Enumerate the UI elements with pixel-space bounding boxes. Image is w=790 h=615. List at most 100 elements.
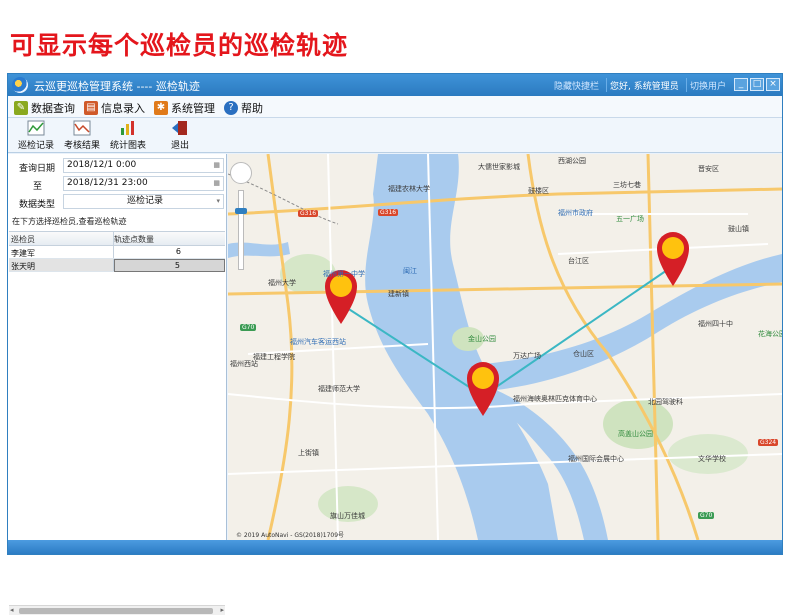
map-label: 鼓楼区: [528, 187, 549, 195]
assessment-button[interactable]: 考核结果: [60, 120, 104, 152]
type-label: 数据类型: [19, 200, 56, 210]
inspector-name: 张天明: [11, 262, 35, 271]
column-header-inspector[interactable]: 巡检员: [11, 234, 35, 245]
map-zoom-knob[interactable]: [235, 208, 247, 214]
menu-label: 信息录入: [101, 102, 145, 115]
title-separator: [606, 78, 607, 92]
map-copyright: © 2019 AutoNavi - GS(2018)1709号: [236, 532, 345, 539]
map-label: 三坊七巷: [613, 181, 641, 189]
maximize-button[interactable]: □: [750, 78, 764, 91]
exit-button[interactable]: 退出: [158, 120, 202, 152]
assessment-icon: [73, 120, 91, 136]
map-label: 高盖山公园: [618, 430, 653, 438]
grid-header: 巡检员 轨迹点数量: [9, 231, 225, 246]
map-label: 福州汽车客运西站: [290, 338, 346, 346]
map-label: 晋安区: [698, 165, 719, 173]
date-label: 查询日期: [19, 164, 56, 174]
exit-icon: [172, 121, 187, 135]
menu-label: 帮助: [241, 102, 263, 115]
menu-label: 系统管理: [171, 102, 215, 115]
calendar-icon[interactable]: ▦: [213, 159, 220, 172]
map-label: 仓山区: [573, 350, 594, 358]
inspector-grid: 巡检员 轨迹点数量 李建军 6 张天明 5: [9, 231, 225, 272]
map-label: 福州海峡奥林匹克体育中心: [513, 395, 597, 403]
toolbar-label: 巡检记录: [17, 141, 54, 151]
statistics-chart-button[interactable]: 统计图表: [106, 120, 150, 152]
switch-user-link[interactable]: 切换用户: [690, 79, 726, 92]
title-separator: [686, 78, 687, 92]
map-label: 金山公园: [468, 335, 496, 343]
menu-help[interactable]: ? 帮助: [224, 100, 263, 116]
map-label: 五一广场: [616, 215, 644, 223]
hide-quickbar-link[interactable]: 隐藏快捷栏: [554, 79, 599, 92]
help-icon: ?: [224, 101, 238, 115]
bar-chart-icon: [121, 121, 134, 135]
minimize-button[interactable]: _: [734, 78, 748, 91]
map-label: 上街镇: [298, 449, 319, 457]
menu-bar: ✎ 数据查询 ▤ 信息录入 ✱ 系统管理 ? 帮助: [8, 96, 782, 118]
map-label: 福建农林大学: [388, 185, 430, 193]
info-entry-icon: ▤: [84, 101, 98, 115]
date-from-input[interactable]: 2018/12/1 0:00 ▦: [63, 158, 224, 173]
date-from-row: 查询日期 2018/12/1 0:00 ▦: [8, 158, 227, 174]
map-label: 福州市政府: [558, 209, 593, 217]
map-zoom-slider[interactable]: [238, 190, 244, 270]
toolbar-label: 退出: [170, 141, 189, 151]
close-button[interactable]: ×: [766, 78, 780, 91]
table-row-selected[interactable]: 张天明 5: [9, 259, 225, 272]
map-label: 福建工程学院: [253, 353, 295, 361]
map-view[interactable]: 西湖公园 福州市政府 鼓楼区 晋安区 三坊七巷 五一广场 福建农林大学 大儒世家…: [228, 154, 782, 540]
scroll-left-icon[interactable]: ◂: [10, 606, 14, 614]
horizontal-scrollbar[interactable]: ◂ ▸: [9, 605, 225, 615]
map-label: 大儒世家影城: [478, 163, 520, 171]
map-label: 福州第一中学: [323, 270, 365, 278]
inspector-name: 李建军: [11, 249, 35, 258]
inspection-record-button[interactable]: 巡检记录: [14, 120, 58, 152]
scroll-right-icon[interactable]: ▸: [220, 606, 224, 614]
data-type-value: 巡检记录: [126, 196, 163, 206]
menu-data-query[interactable]: ✎ 数据查询: [14, 100, 75, 116]
column-header-point-count[interactable]: 轨迹点数量: [114, 234, 225, 245]
menu-info-entry[interactable]: ▤ 信息录入: [84, 100, 145, 116]
query-panel: 查询日期 2018/12/1 0:00 ▦ 至 2018/12/31 23:00…: [8, 154, 227, 615]
app-window: 云巡更巡检管理系统 ---- 巡检轨迹 隐藏快捷栏 您好, 系统管理员 切换用户…: [7, 73, 783, 615]
menu-label: 数据查询: [31, 102, 75, 115]
date-to-row: 至 2018/12/31 23:00 ▦: [8, 176, 227, 192]
toolbar-label: 考核结果: [63, 141, 100, 151]
table-row[interactable]: 李建军 6: [9, 246, 225, 259]
app-logo-icon: [12, 77, 28, 93]
map-label: 万达广场: [513, 352, 541, 360]
scroll-thumb[interactable]: [19, 608, 213, 614]
status-bar: [8, 540, 782, 554]
menu-system-admin[interactable]: ✱ 系统管理: [154, 100, 215, 116]
map-label: 福州四十中: [698, 320, 733, 328]
to-label: 至: [33, 182, 43, 192]
map-label: 福州国际会展中心: [568, 455, 624, 463]
map-label: 文华学校: [698, 455, 726, 463]
road-badge: G70: [240, 324, 257, 331]
map-label: 旗山万佳城: [330, 512, 365, 520]
calendar-icon[interactable]: ▦: [213, 177, 220, 190]
map-label: 西湖公园: [558, 157, 586, 165]
road-badge: G316: [378, 209, 399, 216]
date-to-value: 2018/12/31 23:00: [67, 178, 148, 188]
chevron-down-icon[interactable]: ▾: [216, 195, 220, 208]
gear-icon: ✱: [154, 101, 168, 115]
selection-hint: 在下方选择巡检员,查看巡检轨迹: [12, 217, 127, 226]
map-pan-control[interactable]: [230, 162, 252, 184]
data-type-select[interactable]: 巡检记录 ▾: [63, 194, 224, 209]
map-label: 福建师范大学: [318, 385, 360, 393]
inspection-record-icon: [27, 120, 45, 136]
road-badge: G70: [698, 512, 715, 519]
window-title: 云巡更巡检管理系统 ---- 巡检轨迹: [34, 80, 200, 93]
map-label: 福州大学: [268, 279, 296, 287]
road-badge: G316: [298, 210, 319, 217]
data-type-row: 数据类型 巡检记录 ▾: [8, 194, 227, 210]
map-label: 鼓山镇: [728, 225, 749, 233]
date-to-input[interactable]: 2018/12/31 23:00 ▦: [63, 176, 224, 191]
map-label: 建新镇: [388, 290, 409, 298]
promo-banner: 可显示每个巡检员的巡检轨迹: [0, 0, 790, 72]
user-greeting: 您好, 系统管理员: [610, 82, 679, 92]
map-label: 北园驾驶科: [648, 398, 683, 406]
road-badge: G324: [758, 439, 779, 446]
